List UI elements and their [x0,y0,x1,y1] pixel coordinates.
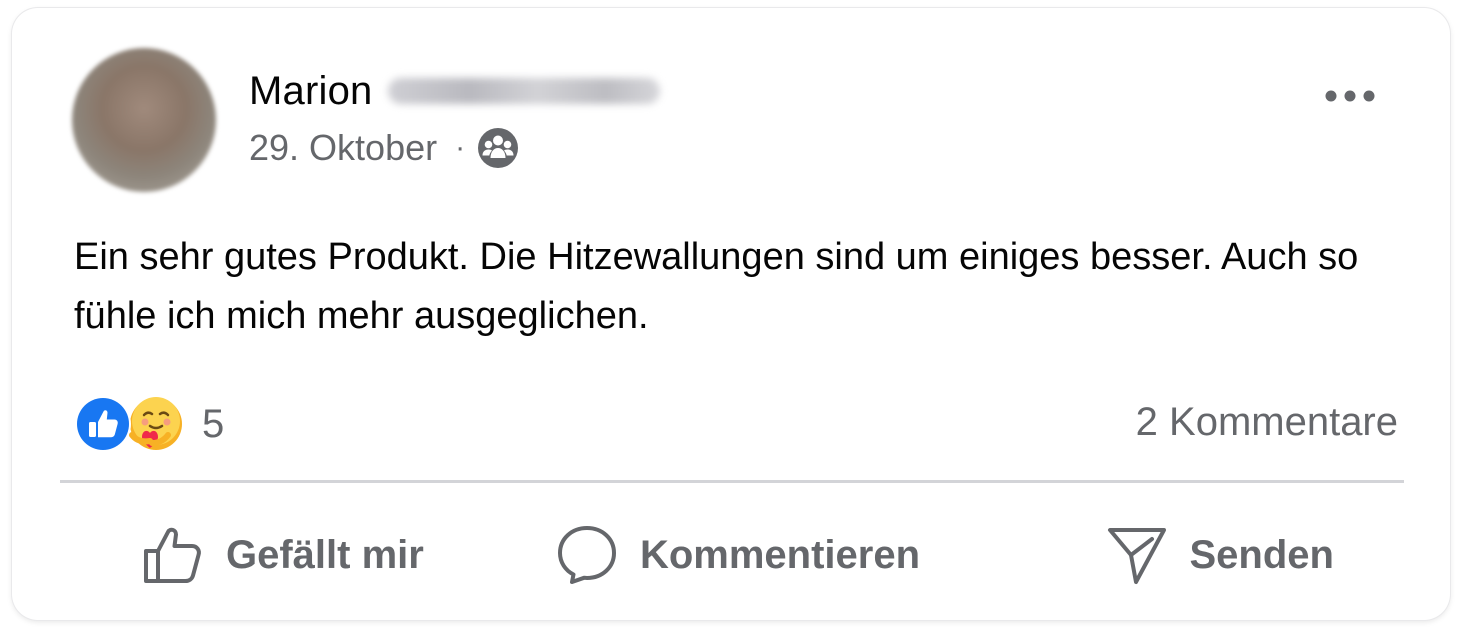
action-bar: Gefällt mir Kommentieren Senden [60,500,1404,610]
divider [60,480,1404,483]
post-meta: 29. Oktober · [249,126,519,170]
post-text: Ein sehr gutes Produkt. Die Hitzewallung… [74,236,1359,337]
send-label: Senden [1189,532,1334,577]
author-avatar[interactable] [72,48,216,192]
comment-button[interactable]: Kommentieren [539,500,936,610]
care-reaction-icon [129,397,182,450]
like-button[interactable]: Gefällt mir [60,500,539,610]
more-options-button[interactable] [1320,78,1380,114]
comment-label: Kommentieren [639,532,921,577]
comments-count-link[interactable]: 2 Kommentare [1136,400,1398,445]
reaction-count: 5 [202,401,225,446]
reactions-summary[interactable]: 5 [74,394,224,454]
post-date[interactable]: 29. Oktober [249,127,437,169]
author-name[interactable]: Marion [249,69,372,114]
send-icon [1107,528,1166,584]
reaction-icons [74,394,188,454]
author-surname-redacted [388,78,661,104]
author-line: Marion [249,68,661,114]
group-icon [477,127,519,169]
like-label: Gefällt mir [226,532,424,577]
more-options-icon [1325,90,1375,102]
comment-bubble-icon [557,526,616,584]
like-reaction-icon [75,396,131,452]
thumbs-up-icon [144,527,201,583]
post-card: Marion 29. Oktober · Ein sehr gutes Prod… [12,8,1450,620]
meta-separator: · [455,131,466,164]
send-button[interactable]: Senden [937,500,1404,610]
